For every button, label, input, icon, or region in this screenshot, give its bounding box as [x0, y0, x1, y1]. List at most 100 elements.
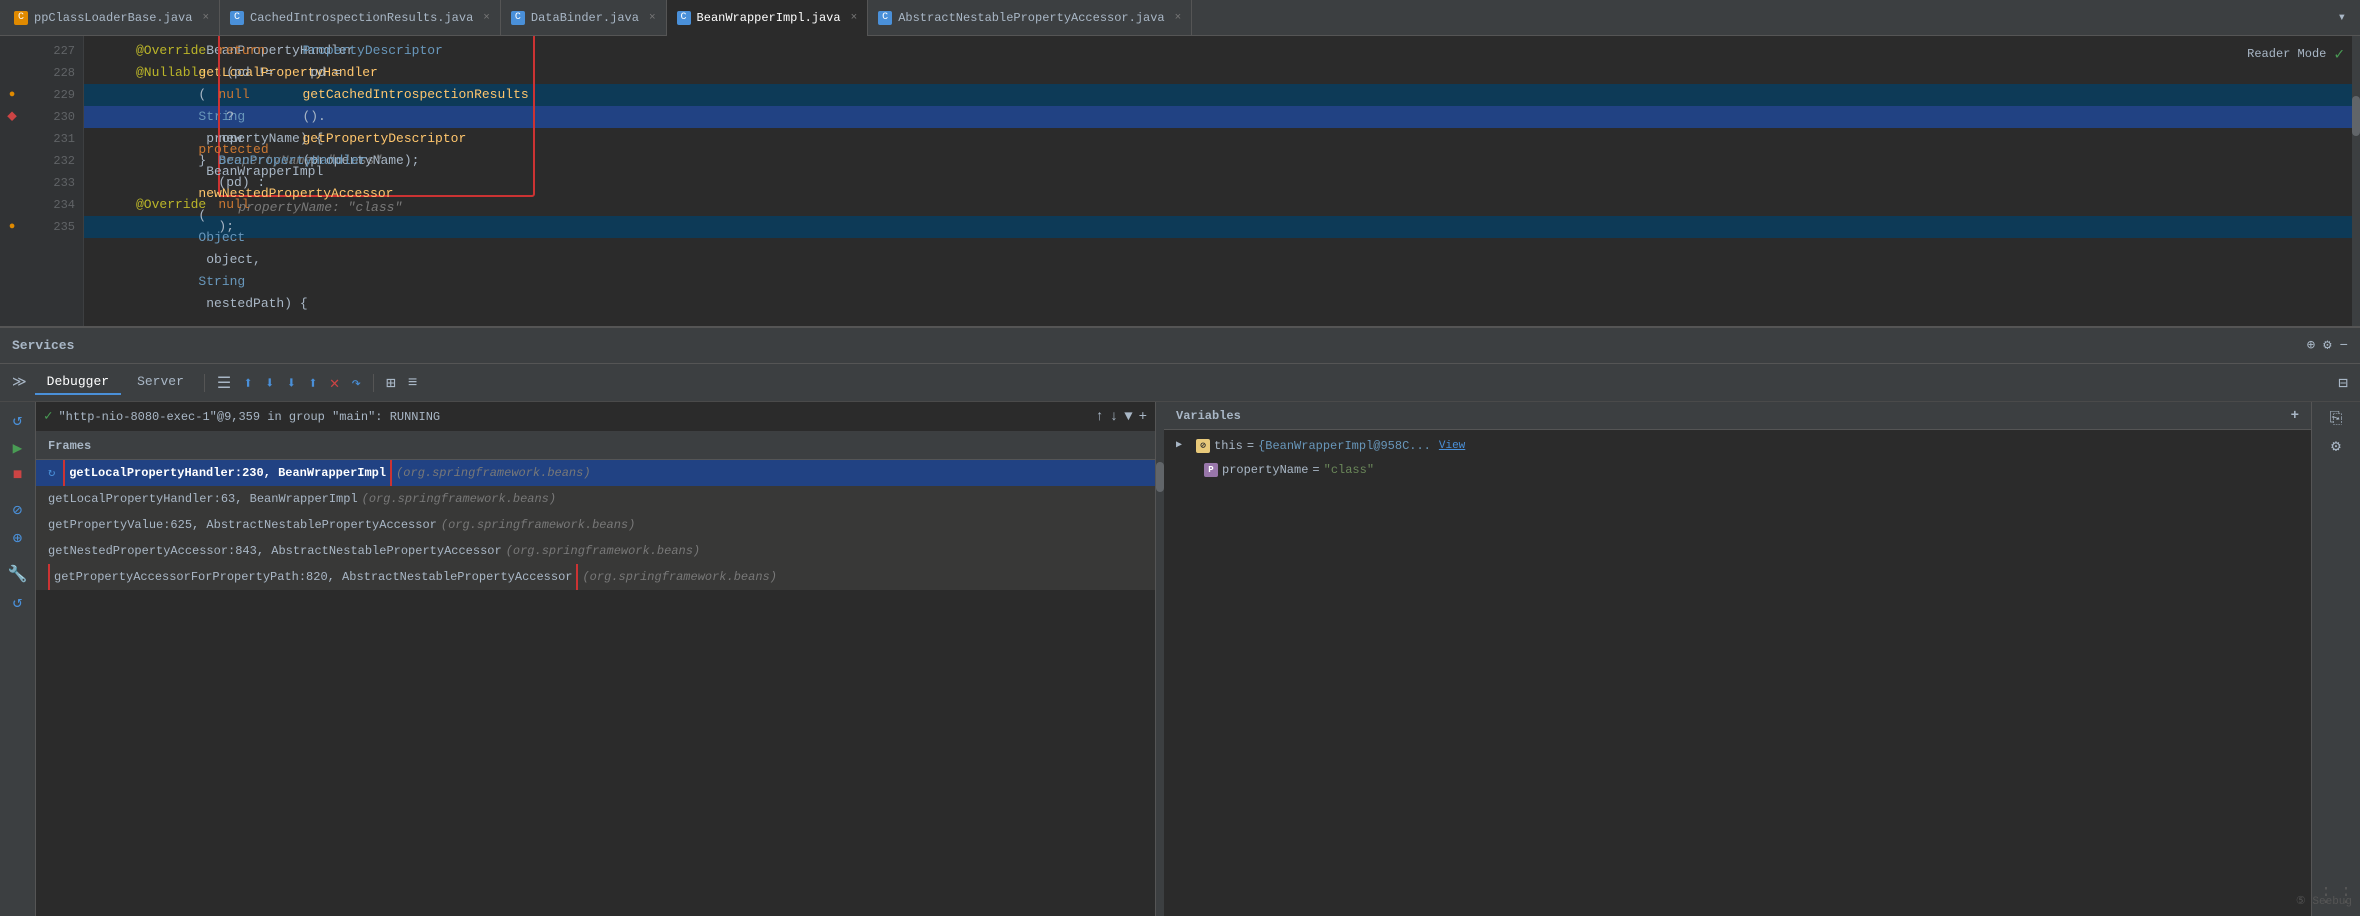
- sidebar-toggle-btn[interactable]: ≫: [8, 372, 31, 393]
- line-num-232: 232: [24, 150, 75, 172]
- frame-runner-icon-0: ↻: [48, 460, 55, 486]
- tab-label-ppclassloaderbase: ppClassLoaderBase.java: [34, 11, 192, 25]
- variables-list: ▶ ⊘ this = {BeanWrapperImpl@958C... View…: [1164, 430, 2311, 916]
- sidebar-mute-btn[interactable]: ⊘: [13, 500, 23, 520]
- reader-mode-check: ✓: [2334, 44, 2344, 64]
- frame-name-2: getPropertyValue:625, AbstractNestablePr…: [48, 512, 437, 538]
- code-line-230: PropertyDescriptor pd = getCachedIntrosp…: [84, 106, 2352, 128]
- frame-item-1[interactable]: getLocalPropertyHandler:63, BeanWrapperI…: [36, 486, 1155, 512]
- code-scrollbar[interactable]: [2352, 36, 2360, 326]
- line-num-231: 231: [24, 128, 75, 150]
- tab-label-databinder: DataBinder.java: [531, 11, 639, 25]
- var-icon-p: P: [1204, 463, 1218, 477]
- tab-close-cachedintrospection[interactable]: ×: [483, 12, 490, 24]
- line-num-229: 229: [24, 84, 75, 106]
- tab-label-cachedintrospection: CachedIntrospectionResults.java: [250, 11, 473, 25]
- sidebar-force-btn[interactable]: ⊕: [13, 528, 23, 548]
- tab-icon-cachedintrospection: C: [230, 11, 244, 25]
- sidebar-resume-btn[interactable]: ▶: [13, 438, 23, 458]
- toolbar-run-to-cursor-btn[interactable]: ↷: [347, 371, 365, 395]
- toolbar-step-into-btn[interactable]: ⬇: [261, 371, 279, 395]
- frame-name-3: getNestedPropertyAccessor:843, AbstractN…: [48, 538, 502, 564]
- tab-close-beanwrapperimpl[interactable]: ×: [851, 12, 858, 24]
- var-icon-this: ⊘: [1196, 439, 1210, 453]
- thread-up-btn[interactable]: ↑: [1095, 409, 1103, 425]
- frame-package-1: (org.springframework.beans): [362, 486, 556, 512]
- toolbar-watch-btn[interactable]: ≡: [404, 372, 422, 394]
- debugger-toolbar: ≫ Debugger Server ☰ ⬆ ⬇ ⬇ ⬆ ✕ ↷ ⊞ ≡ ⊟: [0, 364, 2360, 402]
- gutter-227: [0, 40, 24, 62]
- toolbar-step-out-btn[interactable]: ⬆: [304, 371, 322, 395]
- left-sidebar: ↺ ▶ ■ ⊘ ⊕ 🔧 ↺: [0, 402, 36, 916]
- frames-scrollbar[interactable]: [1156, 402, 1164, 916]
- tab-close-databinder[interactable]: ×: [649, 12, 656, 24]
- frame-item-3[interactable]: getNestedPropertyAccessor:843, AbstractN…: [36, 538, 1155, 564]
- thread-running: ✓ "http-nio-8080-exec-1"@9,359 in group …: [36, 402, 1155, 432]
- gutter-235[interactable]: ●: [0, 216, 24, 238]
- services-globe-icon[interactable]: ⊕: [2307, 337, 2315, 354]
- sidebar-config-btn[interactable]: 🔧: [8, 564, 28, 584]
- var-expand-this[interactable]: ▶: [1176, 434, 1182, 458]
- var-link-view[interactable]: View: [1439, 434, 1465, 458]
- var-value-propertyname: "class": [1324, 458, 1374, 482]
- services-gear-icon[interactable]: ⚙: [2323, 337, 2331, 354]
- frames-header: Frames: [36, 432, 1155, 460]
- sidebar-rerun-btn[interactable]: ↺: [13, 592, 23, 612]
- variables-add-btn[interactable]: +: [2291, 408, 2299, 424]
- toolbar-list-btn[interactable]: ☰: [213, 371, 235, 395]
- variables-panel: Variables + ▶ ⊘ this = {BeanWrapperImpl@…: [1164, 402, 2311, 916]
- sidebar-stop-btn[interactable]: ■: [13, 466, 23, 484]
- toolbar-drop-frame-btn[interactable]: ✕: [326, 371, 344, 395]
- tab-debugger[interactable]: Debugger: [35, 370, 121, 395]
- variables-title: Variables: [1176, 409, 1241, 423]
- line-num-227: 227: [24, 40, 75, 62]
- sidebar-refresh-btn[interactable]: ↺: [13, 410, 23, 430]
- tab-beanwrapperimpl[interactable]: C BeanWrapperImpl.java ×: [667, 0, 869, 36]
- var-name-propertyname: propertyName: [1222, 458, 1308, 482]
- toolbar-evaluate-btn[interactable]: ⊞: [382, 371, 400, 395]
- frame-name-0: getLocalPropertyHandler:230, BeanWrapper…: [69, 466, 386, 480]
- bottom-copy-icon[interactable]: ⎘: [2330, 410, 2343, 428]
- frame-item-0[interactable]: ↻ getLocalPropertyHandler:230, BeanWrapp…: [36, 460, 1155, 486]
- tab-label-abstractnestable: AbstractNestablePropertyAccessor.java: [898, 11, 1164, 25]
- gutter: ● ⬥ ●: [0, 36, 24, 326]
- thread-filter-btn[interactable]: ▼: [1124, 409, 1132, 425]
- bottom-settings-icon[interactable]: ⚙: [2331, 436, 2341, 456]
- frame-item-4[interactable]: getPropertyAccessorForPropertyPath:820, …: [36, 564, 1155, 590]
- tab-close-abstractnestable[interactable]: ×: [1175, 12, 1182, 24]
- gutter-234: [0, 194, 24, 216]
- thread-check-icon: ✓: [44, 408, 52, 425]
- tab-cachedintrospectionresults[interactable]: C CachedIntrospectionResults.java ×: [220, 0, 501, 36]
- frame-package-3: (org.springframework.beans): [506, 538, 700, 564]
- line-numbers: 227 228 229 230 231 232 233 234 235: [24, 36, 84, 326]
- services-minimize-icon[interactable]: −: [2340, 338, 2348, 354]
- tab-bar: C ppClassLoaderBase.java × C CachedIntro…: [0, 0, 2360, 36]
- variables-controls: +: [2291, 408, 2299, 424]
- toolbar-sep-2: [373, 374, 374, 392]
- frame-item-2[interactable]: getPropertyValue:625, AbstractNestablePr…: [36, 512, 1155, 538]
- tab-overflow-button[interactable]: ▾: [2328, 9, 2356, 26]
- seebug-watermark: ⑤ Seebug: [2296, 894, 2352, 908]
- line-num-233: 233: [24, 172, 75, 194]
- toolbar-step-over-btn[interactable]: ⬆: [239, 371, 257, 395]
- debugger-content: ↺ ▶ ■ ⊘ ⊕ 🔧 ↺ ✓ "http-nio-8080-exec-1"@9…: [0, 402, 2360, 916]
- frame-package-4: (org.springframework.beans): [582, 564, 776, 590]
- tab-close-ppclassloaderbase[interactable]: ×: [202, 12, 209, 24]
- var-name-this: this: [1214, 434, 1243, 458]
- tab-abstractnestableproperty[interactable]: C AbstractNestablePropertyAccessor.java …: [868, 0, 1192, 36]
- toolbar-layout-btn[interactable]: ⊟: [2334, 371, 2352, 395]
- thread-label: "http-nio-8080-exec-1"@9,359 in group "m…: [58, 410, 440, 424]
- toolbar-force-step-into-btn[interactable]: ⬇: [283, 371, 301, 395]
- gutter-230[interactable]: ⬥: [0, 106, 24, 128]
- tab-server[interactable]: Server: [125, 370, 196, 395]
- gutter-229[interactable]: ●: [0, 84, 24, 106]
- var-eq-this: =: [1247, 434, 1254, 458]
- tab-databinder[interactable]: C DataBinder.java ×: [501, 0, 667, 36]
- variables-header: Variables +: [1164, 402, 2311, 430]
- frames-title: Frames: [48, 439, 91, 453]
- tab-ppclassloaderbase[interactable]: C ppClassLoaderBase.java ×: [4, 0, 220, 36]
- thread-down-btn[interactable]: ↓: [1110, 409, 1118, 425]
- code-scrollbar-thumb: [2352, 96, 2360, 136]
- reader-mode[interactable]: Reader Mode ✓: [2247, 44, 2344, 64]
- thread-add-btn[interactable]: +: [1139, 409, 1147, 425]
